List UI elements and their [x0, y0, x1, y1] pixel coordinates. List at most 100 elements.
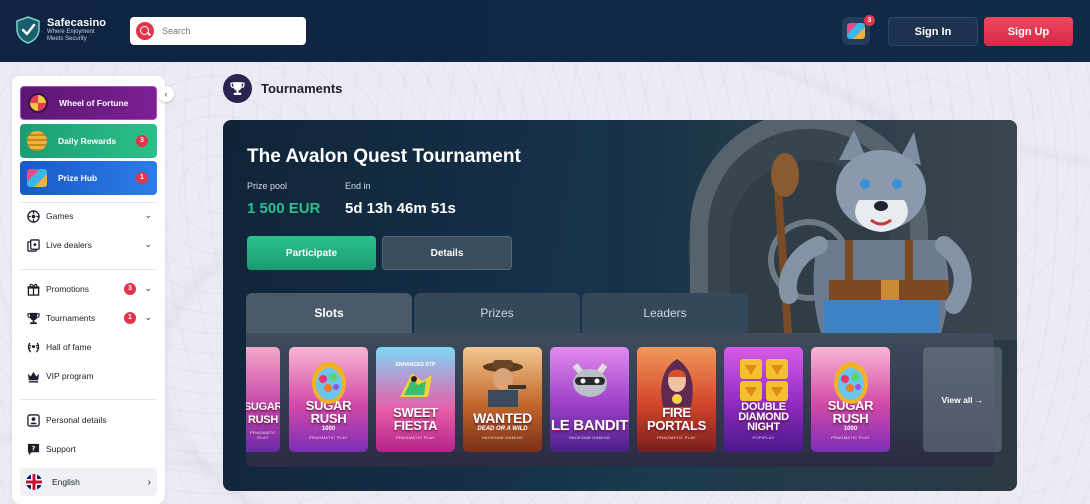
game-tile-sugar-rush-1000-2[interactable]: SUGAR RUSH 1000 PRAGMATIC PLAY: [811, 347, 890, 452]
tab-leaders[interactable]: Leaders: [582, 293, 748, 333]
language-selector[interactable]: English ›: [20, 468, 157, 496]
sidebar-divider: [20, 399, 157, 400]
game-tile-sugar-rush-1000[interactable]: SUGAR RUSH 1000 PRAGMATIC PLAY: [289, 347, 368, 452]
coins-icon: [27, 131, 47, 151]
promo-badge: 3: [136, 135, 148, 147]
wheel-pic: [25, 90, 51, 116]
sidebar-item-promotions[interactable]: Promotions 3 ⌄: [26, 281, 156, 297]
sidebar-item-vip-program[interactable]: VIP program: [26, 368, 156, 384]
fire-mage-illustration: [660, 359, 693, 407]
game-title: WANTED: [473, 410, 532, 426]
sidebar-divider: [20, 269, 157, 270]
game-title: SUGAR RUSH: [246, 401, 280, 426]
tournament-card: The Avalon Quest Tournament Prize pool 1…: [223, 120, 1017, 491]
game-tile-double-diamond-night[interactable]: DOUBLE DIAMOND NIGHT POPIPLAY: [724, 347, 803, 452]
tab-prizes[interactable]: Prizes: [414, 293, 580, 333]
game-title: LE BANDIT: [550, 417, 629, 434]
coins-pic: [24, 128, 50, 154]
end-in-label: End in: [345, 181, 371, 191]
gold-gems-illustration: [739, 359, 788, 401]
sidebar-item-support[interactable]: ? Support: [26, 441, 156, 457]
game-provider: HACKSAW GAMING: [568, 435, 611, 440]
cowboy-illustration: [482, 360, 526, 407]
shield-logo-icon[interactable]: [16, 16, 40, 44]
promotions-badge: 3: [124, 283, 136, 295]
details-button[interactable]: Details: [382, 236, 512, 270]
game-tile-sweet-fiesta[interactable]: ENHANCED RTP SWEET FIESTA PRAGMATIC PLAY: [376, 347, 455, 452]
sidebar-item-label: Promotions: [46, 284, 89, 294]
sidebar-item-live-dealers[interactable]: Live dealers ⌄: [26, 237, 156, 253]
sidebar-item-label: Personal details: [46, 415, 107, 425]
game-subtitle: DEAD OR A WILD: [477, 426, 528, 432]
game-provider: HACKSAW GAMING: [481, 435, 524, 440]
uk-flag-icon: [26, 474, 42, 490]
game-title: DOUBLE DIAMOND NIGHT: [738, 401, 789, 433]
sidebar-item-label: Tournaments: [46, 313, 96, 323]
promo-label: Prize Hub: [58, 173, 98, 183]
sidebar-item-label: Games: [46, 211, 74, 221]
user-icon: [26, 413, 40, 427]
sidebar-item-games[interactable]: Games ⌄: [26, 208, 156, 224]
brand[interactable]: Safecasino Where Enjoyment Meets Securit…: [47, 17, 107, 43]
games-icon: [26, 209, 40, 223]
tournaments-badge: 1: [124, 312, 136, 324]
gift-icon: [26, 282, 40, 296]
sidebar-item-tournaments[interactable]: Tournaments 1 ⌄: [26, 310, 156, 326]
gift-badge: 3: [864, 15, 875, 26]
game-tile-fire-portals[interactable]: FIRE PORTALS PRAGMATIC PLAY: [637, 347, 716, 452]
promo-label: Wheel of Fortune: [59, 98, 129, 108]
sidebar-item-hall-of-fame[interactable]: Hall of fame: [26, 339, 156, 355]
search-icon: [136, 22, 154, 40]
trophy-icon: [223, 74, 252, 103]
chevron-right-icon: ›: [147, 476, 151, 488]
sidebar-promo-prize-hub[interactable]: Prize Hub 1: [20, 161, 157, 195]
sign-up-button[interactable]: Sign Up: [984, 17, 1073, 46]
sidebar-item-label: Support: [46, 444, 76, 454]
game-provider: PRAGMATIC PLAY: [396, 435, 435, 440]
laurel-icon: [26, 340, 40, 354]
game-provider: PRAGMATIC PLAY: [249, 430, 277, 440]
gift-box-button[interactable]: 3: [842, 15, 875, 45]
game-title: SWEET FIESTA: [393, 405, 438, 433]
sign-in-button[interactable]: Sign In: [888, 17, 978, 46]
view-all-button[interactable]: View all →: [923, 347, 1002, 452]
chat-icon: ?: [26, 442, 40, 456]
sidebar-item-label: VIP program: [46, 371, 94, 381]
hub-pic: [24, 165, 50, 191]
language-label: English: [52, 477, 80, 487]
game-provider: PRAGMATIC PLAY: [831, 435, 870, 440]
top-header: Safecasino Where Enjoyment Meets Securit…: [0, 0, 1090, 62]
brand-tagline: Where Enjoyment Meets Security: [47, 29, 95, 42]
trophy-icon: [26, 311, 40, 325]
candy-egg-illustration: [833, 362, 868, 404]
promo-badge: 1: [136, 172, 148, 184]
svg-text:?: ?: [31, 444, 35, 452]
sidebar-item-personal-details[interactable]: Personal details: [26, 412, 156, 428]
wheel-of-fortune-icon: [28, 93, 48, 113]
chevron-down-icon: ⌄: [144, 312, 152, 322]
search-box[interactable]: [130, 17, 306, 45]
search-input[interactable]: [162, 26, 302, 36]
tab-slots[interactable]: Slots: [246, 293, 412, 333]
game-tile-le-bandit[interactable]: LE BANDIT HACKSAW GAMING: [550, 347, 629, 452]
game-tile-wanted[interactable]: WANTED DEAD OR A WILD HACKSAW GAMING: [463, 347, 542, 452]
pinata-illustration: [399, 373, 432, 397]
sidebar-item-label: Hall of fame: [46, 342, 92, 352]
chevron-left-icon: ‹: [164, 89, 168, 99]
chevron-down-icon: ⌄: [144, 210, 152, 220]
game-subtitle: 1000: [321, 426, 336, 432]
brand-name: Safecasino: [47, 17, 107, 29]
page-title: Tournaments: [261, 81, 343, 96]
sidebar-item-label: Live dealers: [46, 240, 92, 250]
game-provider: POPIPLAY: [752, 435, 775, 440]
tournament-title: The Avalon Quest Tournament: [247, 146, 521, 167]
game-tile-sugar-rush-partial[interactable]: SUGAR RUSH PRAGMATIC PLAY: [246, 347, 280, 452]
sidebar-promo-wheel-of-fortune[interactable]: Wheel of Fortune: [20, 86, 157, 120]
candy-egg-illustration: [311, 362, 346, 404]
prize-pool-label: Prize pool: [247, 181, 288, 191]
collapse-sidebar-button[interactable]: ‹: [158, 86, 174, 102]
participate-button[interactable]: Participate: [247, 236, 376, 270]
page-header: Tournaments: [223, 74, 342, 103]
sidebar-promo-daily-rewards[interactable]: Daily Rewards 3: [20, 124, 157, 158]
countdown-value: 5d 13h 46m 51s: [345, 200, 456, 217]
